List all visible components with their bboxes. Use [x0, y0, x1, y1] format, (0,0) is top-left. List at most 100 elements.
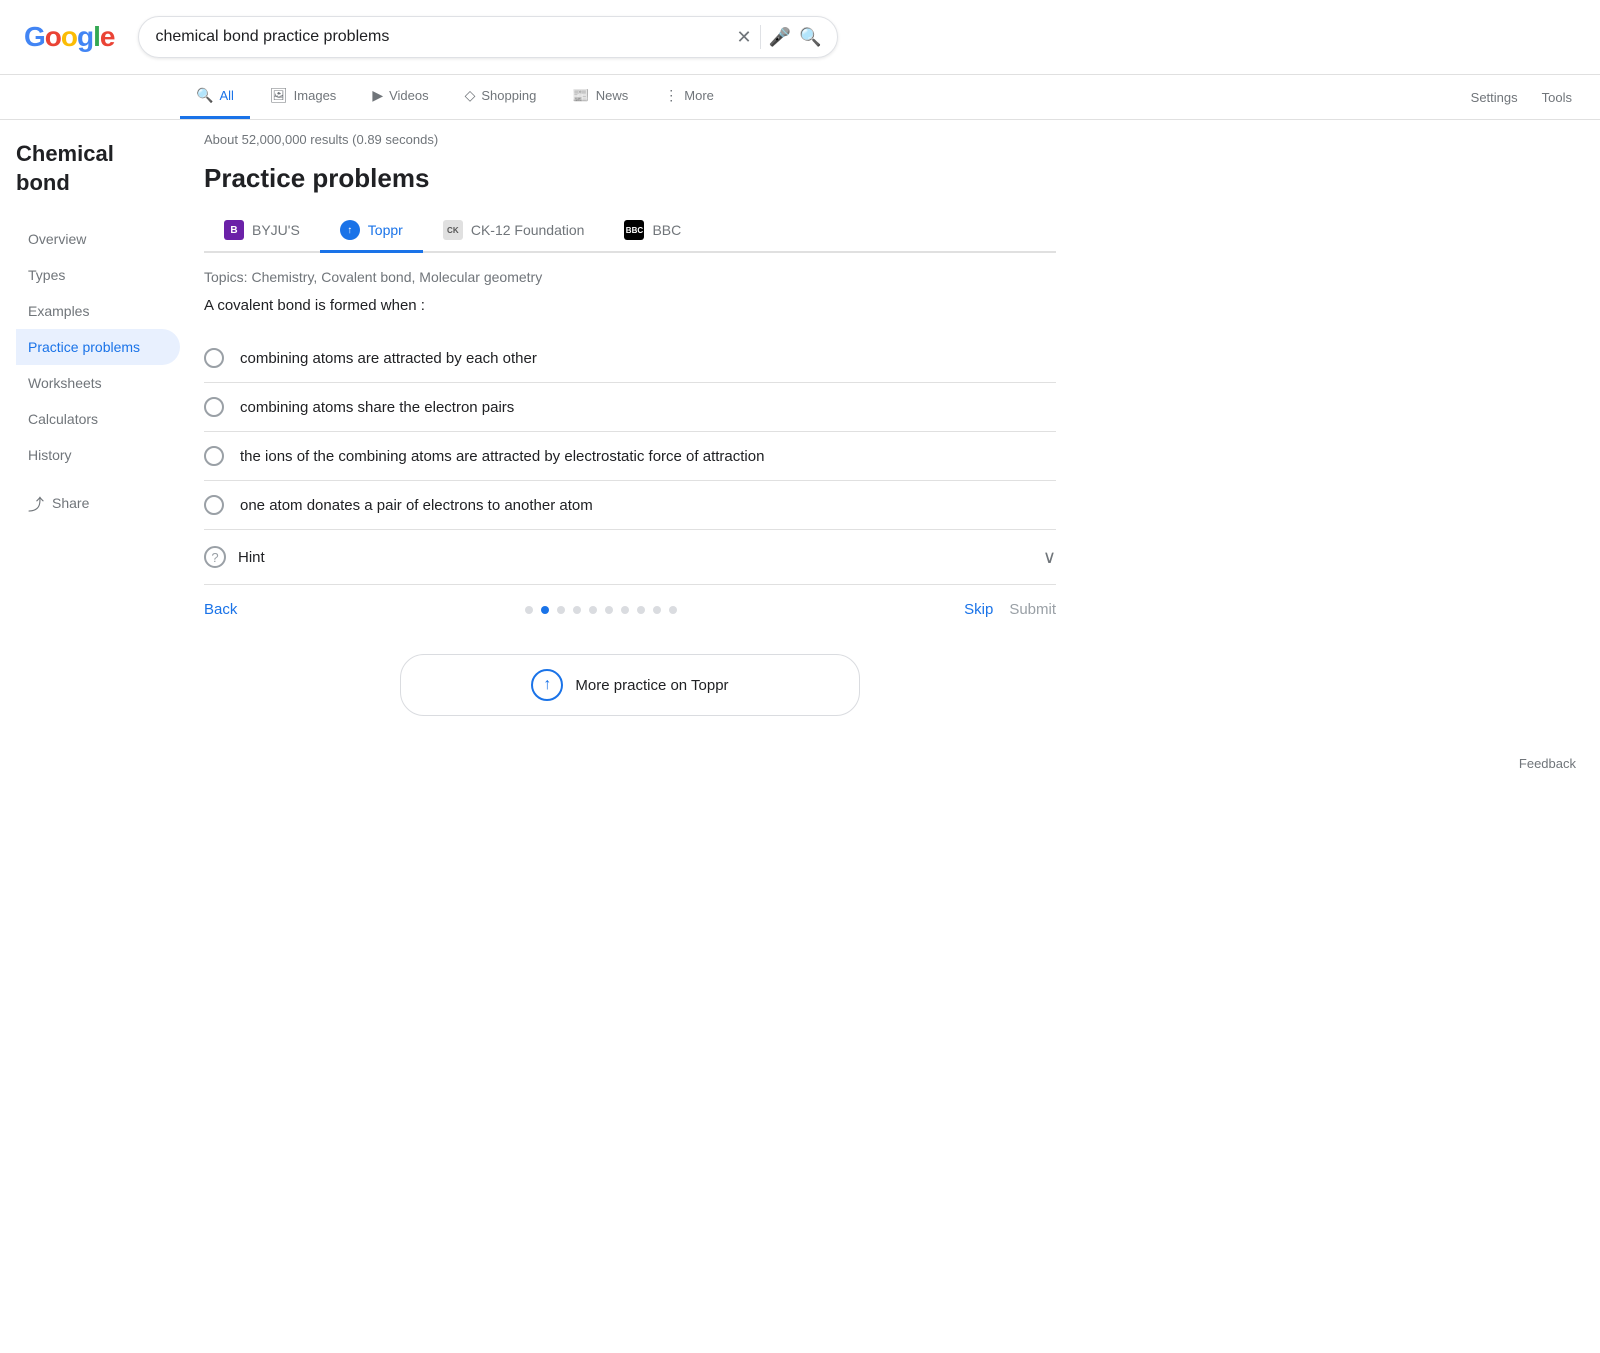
- dot-7: [637, 606, 645, 614]
- option-1[interactable]: combining atoms are attracted by each ot…: [204, 334, 1056, 382]
- tab-more-label: More: [684, 88, 714, 103]
- tab-shopping[interactable]: ◇ Shopping: [449, 75, 553, 119]
- tab-all[interactable]: 🔍 All: [180, 75, 250, 119]
- dot-2: [557, 606, 565, 614]
- nav-settings: Settings Tools: [1467, 78, 1576, 117]
- option-3[interactable]: the ions of the combining atoms are attr…: [204, 431, 1056, 480]
- section-title: Practice problems: [204, 163, 1056, 194]
- share-icon: ⤴: [28, 491, 44, 515]
- more-practice-label: More practice on Toppr: [575, 677, 728, 694]
- main-layout: Chemical bond Overview Types Examples Pr…: [0, 120, 1600, 740]
- back-button[interactable]: Back: [204, 601, 237, 618]
- nav-bar: Back Skip Submit: [204, 584, 1056, 634]
- submit-button[interactable]: Submit: [1009, 601, 1056, 618]
- all-icon: 🔍: [196, 87, 213, 104]
- tab-shopping-label: Shopping: [481, 88, 536, 103]
- settings-link[interactable]: Settings: [1467, 78, 1522, 117]
- radio-3[interactable]: [204, 446, 224, 466]
- source-tab-ck12-label: CK-12 Foundation: [471, 222, 585, 238]
- dot-0: [525, 606, 533, 614]
- source-tab-toppr-label: Toppr: [368, 222, 403, 238]
- source-tab-bbc[interactable]: BBC BBC: [604, 210, 701, 253]
- logo-g: g: [77, 21, 93, 52]
- source-tab-bbc-label: BBC: [652, 222, 681, 238]
- logo-G: G: [24, 21, 45, 52]
- option-4-text: one atom donates a pair of electrons to …: [240, 497, 593, 514]
- search-button[interactable]: 🔍: [799, 27, 821, 48]
- option-4[interactable]: one atom donates a pair of electrons to …: [204, 480, 1056, 529]
- option-2[interactable]: combining atoms share the electron pairs: [204, 382, 1056, 431]
- dot-5: [605, 606, 613, 614]
- sidebar-item-worksheets[interactable]: Worksheets: [16, 365, 180, 401]
- radio-4[interactable]: [204, 495, 224, 515]
- nav-tabs: 🔍 All 🖼 Images ▶ Videos ◇ Shopping 📰 New…: [0, 75, 1600, 120]
- dot-8: [653, 606, 661, 614]
- tab-news[interactable]: 📰 News: [556, 75, 644, 119]
- dot-6: [621, 606, 629, 614]
- sidebar-item-calculators[interactable]: Calculators: [16, 401, 180, 437]
- images-icon: 🖼: [270, 87, 288, 104]
- search-input[interactable]: [155, 28, 728, 46]
- source-tab-byjus-label: BYJU'S: [252, 222, 300, 238]
- ck12-logo: CK: [443, 220, 463, 240]
- sidebar-item-examples[interactable]: Examples: [16, 293, 180, 329]
- shopping-icon: ◇: [465, 87, 476, 104]
- hint-row[interactable]: ? Hint ∨: [204, 529, 1056, 584]
- dot-3: [573, 606, 581, 614]
- clear-icon[interactable]: ✕: [737, 27, 752, 48]
- source-tab-ck12[interactable]: CK CK-12 Foundation: [423, 210, 605, 253]
- more-practice-section: ↑ More practice on Toppr: [204, 654, 1056, 716]
- dot-4: [589, 606, 597, 614]
- google-logo: Google: [24, 21, 114, 53]
- hint-icon: ?: [204, 546, 226, 568]
- news-icon: 📰: [572, 87, 589, 104]
- more-practice-button[interactable]: ↑ More practice on Toppr: [400, 654, 860, 716]
- tab-images[interactable]: 🖼 Images: [254, 75, 352, 119]
- options-container: combining atoms are attracted by each ot…: [204, 334, 1056, 529]
- radio-2[interactable]: [204, 397, 224, 417]
- source-tabs: B BYJU'S ↑ Toppr CK CK-12 Foundation BBC…: [204, 210, 1056, 253]
- feedback-link[interactable]: Feedback: [1519, 756, 1576, 771]
- bbc-logo: BBC: [624, 220, 644, 240]
- hint-chevron-icon: ∨: [1043, 547, 1056, 568]
- dot-1: [541, 606, 549, 614]
- logo-o2: o: [61, 21, 77, 52]
- radio-1[interactable]: [204, 348, 224, 368]
- toppr-arrow-icon: ↑: [531, 669, 563, 701]
- tools-link[interactable]: Tools: [1538, 78, 1576, 117]
- logo-l: l: [93, 21, 100, 52]
- tab-all-label: All: [219, 88, 233, 103]
- results-count: About 52,000,000 results (0.89 seconds): [204, 132, 1056, 147]
- sidebar: Chemical bond Overview Types Examples Pr…: [0, 120, 180, 740]
- option-2-text: combining atoms share the electron pairs: [240, 399, 514, 416]
- source-tab-toppr[interactable]: ↑ Toppr: [320, 210, 423, 253]
- tab-videos[interactable]: ▶ Videos: [356, 75, 444, 119]
- tab-more[interactable]: ⋮ More: [648, 75, 730, 119]
- more-icon: ⋮: [664, 87, 678, 104]
- search-bar: ✕ 🎤 🔍: [138, 16, 838, 58]
- byjus-logo: B: [224, 220, 244, 240]
- sidebar-title: Chemical bond: [16, 140, 164, 197]
- mic-icon[interactable]: 🎤: [769, 27, 791, 48]
- pagination-dots: [237, 606, 964, 614]
- tab-images-label: Images: [294, 88, 337, 103]
- header: Google ✕ 🎤 🔍: [0, 0, 1600, 75]
- content: About 52,000,000 results (0.89 seconds) …: [180, 120, 1080, 740]
- divider: [760, 25, 761, 49]
- question: A covalent bond is formed when :: [204, 297, 1056, 314]
- videos-icon: ▶: [372, 87, 383, 104]
- sidebar-item-history[interactable]: History: [16, 437, 180, 473]
- sidebar-item-overview[interactable]: Overview: [16, 221, 180, 257]
- hint-label: Hint: [238, 549, 1031, 566]
- tab-videos-label: Videos: [389, 88, 429, 103]
- skip-button[interactable]: Skip: [964, 601, 993, 618]
- tab-news-label: News: [596, 88, 629, 103]
- share-button[interactable]: ⤴ Share: [16, 481, 164, 525]
- source-tab-byjus[interactable]: B BYJU'S: [204, 210, 320, 253]
- sidebar-item-practice[interactable]: Practice problems: [16, 329, 180, 365]
- logo-o1: o: [45, 21, 61, 52]
- sidebar-item-types[interactable]: Types: [16, 257, 180, 293]
- logo-e: e: [100, 21, 115, 52]
- option-3-text: the ions of the combining atoms are attr…: [240, 448, 764, 465]
- topics: Topics: Chemistry, Covalent bond, Molecu…: [204, 269, 1056, 285]
